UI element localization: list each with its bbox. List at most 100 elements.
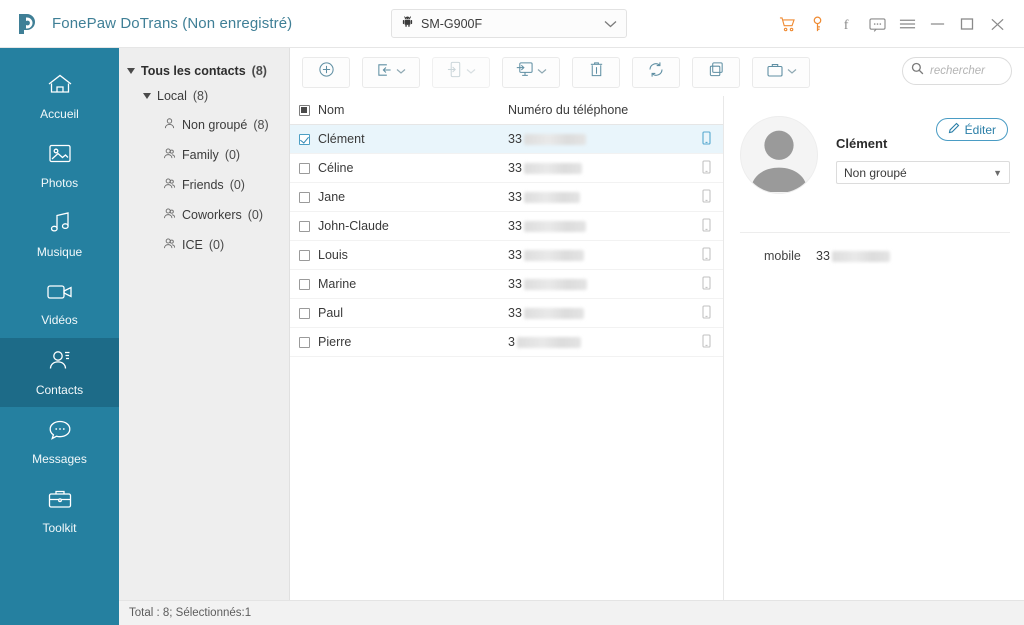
export-phone-icon	[447, 61, 463, 83]
phone-prefix: 33	[508, 219, 522, 233]
sidebar-item-label: Messages	[32, 451, 87, 466]
feedback-icon[interactable]	[862, 9, 892, 39]
refresh-button[interactable]	[632, 56, 680, 88]
edit-button-label: Éditer	[964, 122, 996, 137]
tree-item-label: Family	[182, 148, 219, 162]
sidebar-item-musique[interactable]: Musique	[0, 200, 119, 269]
select-all-checkbox[interactable]	[290, 104, 318, 116]
group-select[interactable]: Non groupé ▼	[836, 161, 1010, 184]
cart-icon[interactable]	[772, 9, 802, 39]
column-header-phone[interactable]: Numéro du téléphone	[508, 103, 723, 117]
column-header-name[interactable]: Nom	[318, 103, 508, 117]
phone-masked	[523, 163, 582, 175]
device-selector[interactable]: SM-G900F	[391, 9, 627, 38]
row-checkbox[interactable]	[290, 191, 318, 203]
cell-name: Clément	[318, 132, 365, 146]
tree-item-local[interactable]: Local (8)	[119, 82, 289, 110]
detail-divider	[740, 232, 1010, 233]
cell-phone: 33	[508, 219, 723, 233]
tree-item-ice[interactable]: ICE (0)	[119, 230, 289, 260]
sidebar-item-toolkit[interactable]: Toolkit	[0, 476, 119, 545]
cell-phone: 33	[508, 161, 723, 175]
tree-item-non-groupe[interactable]: Non groupé (8)	[119, 110, 289, 140]
minimize-icon[interactable]	[922, 9, 952, 39]
tree-item-friends[interactable]: Friends (0)	[119, 170, 289, 200]
main-panel: rechercher Nom Numéro du téléphone Cléme…	[290, 48, 1024, 600]
phone-prefix: 33	[508, 190, 522, 204]
sidebar-item-photos[interactable]: Photos	[0, 131, 119, 200]
row-checkbox[interactable]	[290, 220, 318, 232]
chevron-down-icon[interactable]: ▼	[993, 168, 1002, 178]
music-icon	[46, 210, 74, 240]
mobile-icon	[702, 188, 711, 206]
toolkit-button[interactable]	[752, 56, 810, 88]
group-value: Non groupé	[844, 165, 907, 180]
sidebar-item-label: Accueil	[40, 107, 79, 121]
search-input[interactable]: rechercher	[930, 65, 985, 77]
chevron-down-icon[interactable]	[604, 15, 617, 33]
cell-name: Pierre	[318, 335, 352, 349]
menu-icon[interactable]	[892, 9, 922, 39]
tree-item-family[interactable]: Family (0)	[119, 140, 289, 170]
cell-phone: 33	[508, 132, 723, 146]
tree-item-count: (8)	[251, 64, 267, 78]
home-icon	[46, 72, 74, 102]
tree-item-all-contacts[interactable]: Tous les contacts (8)	[119, 60, 289, 82]
chevron-down-icon	[466, 67, 476, 78]
row-checkbox[interactable]	[290, 133, 318, 145]
table-row[interactable]: Pierre 3	[290, 328, 723, 357]
cell-phone: 33	[508, 248, 723, 262]
sidebar-item-label: Contacts	[35, 383, 84, 397]
row-checkbox[interactable]	[290, 278, 318, 290]
row-checkbox[interactable]	[290, 249, 318, 261]
maximize-icon[interactable]	[952, 9, 982, 39]
caret-down-icon[interactable]	[143, 93, 151, 99]
tree-item-coworkers[interactable]: Coworkers (0)	[119, 200, 289, 230]
cell-name: Jane	[318, 190, 346, 204]
chevron-down-icon[interactable]	[537, 67, 547, 78]
table-row[interactable]: Jane 33	[290, 183, 723, 212]
table-row[interactable]: John-Claude 33	[290, 212, 723, 241]
add-contact-button[interactable]	[302, 56, 350, 88]
row-checkbox[interactable]	[290, 336, 318, 348]
import-contacts-button[interactable]	[362, 56, 420, 88]
content-row: Nom Numéro du téléphone Clément 33 Célin…	[290, 96, 1024, 600]
search-box[interactable]: rechercher	[902, 57, 1012, 85]
copy-icon	[708, 61, 725, 83]
deduplicate-button[interactable]	[692, 56, 740, 88]
group-icon	[163, 207, 176, 223]
edit-button[interactable]: Éditer	[935, 118, 1008, 141]
row-checkbox[interactable]	[290, 162, 318, 174]
tree-item-count: (0)	[247, 208, 264, 222]
key-icon[interactable]	[802, 9, 832, 39]
table-row[interactable]: Clément 33	[290, 125, 723, 154]
app-window: FonePaw DoTrans (Non enregistré) SM-G900…	[0, 0, 1024, 625]
table-row[interactable]: Paul 33	[290, 299, 723, 328]
sidebar-item-accueil[interactable]: Accueil	[0, 62, 119, 131]
facebook-icon[interactable]: f	[832, 9, 862, 39]
photo-icon	[46, 142, 74, 171]
table-row[interactable]: Louis 33	[290, 241, 723, 270]
chevron-down-icon[interactable]	[787, 67, 797, 78]
status-bar-row: Total : 8; Sélectionnés:1	[0, 600, 1024, 625]
tree-item-label: Friends	[182, 178, 224, 192]
android-robot-icon	[401, 15, 414, 33]
window-controls: f	[772, 0, 1012, 48]
table-row[interactable]: Céline 33	[290, 154, 723, 183]
default-avatar-icon	[740, 116, 818, 194]
sidebar-item-messages[interactable]: Messages	[0, 407, 119, 476]
table-row[interactable]: Marine 33	[290, 270, 723, 299]
close-icon[interactable]	[982, 9, 1012, 39]
phone-prefix: 33	[508, 277, 522, 291]
delete-button[interactable]	[572, 56, 620, 88]
phone-prefix: 33	[508, 248, 522, 262]
sidebar-item-contacts[interactable]: Contacts	[0, 338, 119, 407]
contact-detail-panel: Éditer Clément Non groupé ▼ mobile 33	[724, 96, 1024, 600]
caret-down-icon[interactable]	[127, 68, 135, 74]
sidebar-item-videos[interactable]: Vidéos	[0, 269, 119, 338]
status-text: Total : 8; Sélectionnés:1	[129, 607, 252, 619]
row-checkbox[interactable]	[290, 307, 318, 319]
chevron-down-icon[interactable]	[396, 67, 406, 78]
contacts-table: Nom Numéro du téléphone Clément 33 Célin…	[290, 96, 753, 600]
export-to-computer-button[interactable]	[502, 56, 560, 88]
